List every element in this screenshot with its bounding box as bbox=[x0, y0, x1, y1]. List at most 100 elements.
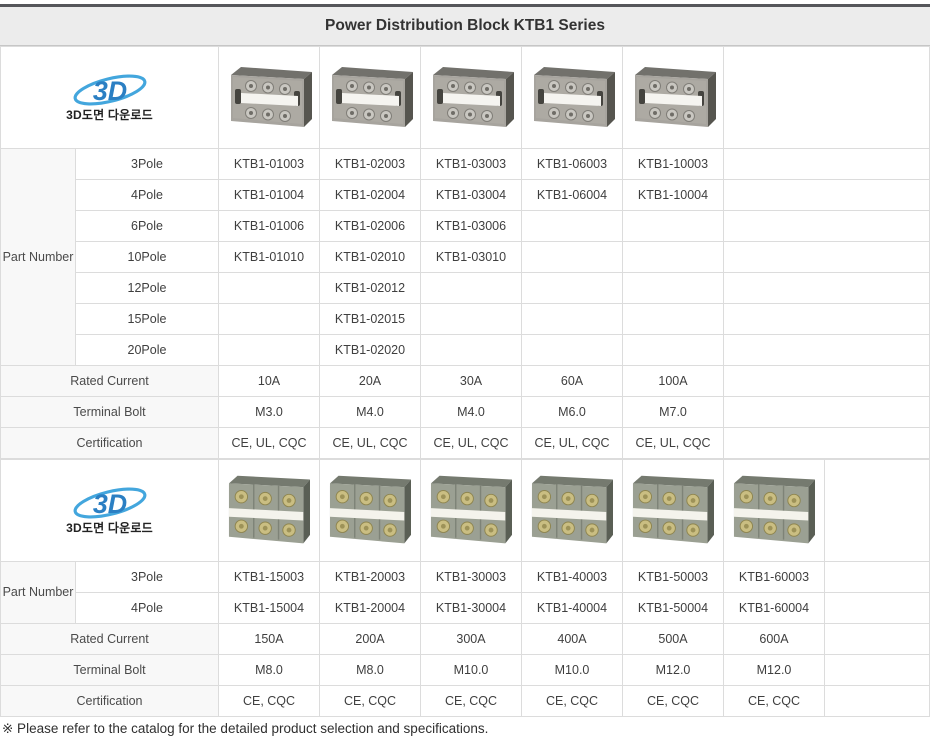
part-number-cell bbox=[622, 241, 724, 273]
empty-cell bbox=[723, 210, 930, 242]
part-number-cell: KTB1-03006 bbox=[420, 210, 522, 242]
certification-cell: CE, UL, CQC bbox=[218, 427, 320, 459]
certification-cell: CE, CQC bbox=[521, 685, 623, 717]
part-number-header: Part Number bbox=[0, 561, 76, 624]
page-title: Power Distribution Block KTB1 Series bbox=[0, 4, 930, 46]
product-image-cell bbox=[622, 459, 724, 562]
table-row: Terminal Bolt M8.0 M8.0 M10.0 M10.0 M12.… bbox=[0, 654, 930, 686]
product-image-cell bbox=[622, 46, 724, 149]
table-row: Rated Current 150A 200A 300A 400A 500A 6… bbox=[0, 623, 930, 655]
rated-current-cell: 10A bbox=[218, 365, 320, 397]
part-number-cell: KTB1-02004 bbox=[319, 179, 421, 211]
part-number-cell bbox=[622, 303, 724, 335]
product-image-cell bbox=[319, 46, 421, 149]
product-image-cell bbox=[420, 46, 522, 149]
product-image-cell bbox=[218, 459, 320, 562]
terminal-bolt-cell: M4.0 bbox=[319, 396, 421, 428]
empty-cell bbox=[723, 365, 930, 397]
rated-current-cell: 60A bbox=[521, 365, 623, 397]
part-number-cell: KTB1-20003 bbox=[319, 561, 421, 593]
empty-cell bbox=[824, 459, 930, 562]
part-number-cell bbox=[218, 303, 320, 335]
rated-current-cell: 20A bbox=[319, 365, 421, 397]
part-number-cell: KTB1-40003 bbox=[521, 561, 623, 593]
table-row: 4Pole KTB1-01004 KTB1-02004 KTB1-03004 K… bbox=[1, 179, 930, 211]
empty-cell bbox=[824, 592, 930, 624]
empty-cell bbox=[824, 623, 930, 655]
part-number-cell: KTB1-40004 bbox=[521, 592, 623, 624]
part-number-cell bbox=[420, 303, 522, 335]
rated-current-cell: 100A bbox=[622, 365, 724, 397]
certification-cell: CE, CQC bbox=[218, 685, 320, 717]
empty-cell bbox=[824, 561, 930, 593]
terminal-block-image bbox=[726, 470, 822, 552]
empty-cell bbox=[824, 654, 930, 686]
certification-cell: CE, CQC bbox=[723, 685, 825, 717]
empty-cell bbox=[723, 303, 930, 335]
table-row: 10Pole KTB1-01010 KTB1-02010 KTB1-03010 bbox=[1, 241, 930, 273]
part-number-cell: KTB1-20004 bbox=[319, 592, 421, 624]
terminal-bolt-cell: M7.0 bbox=[622, 396, 724, 428]
terminal-block-image bbox=[625, 470, 721, 552]
pole-label: 20Pole bbox=[75, 334, 219, 366]
part-number-cell: KTB1-10004 bbox=[622, 179, 724, 211]
terminal-block-image bbox=[524, 62, 620, 134]
part-number-cell: KTB1-01006 bbox=[218, 210, 320, 242]
pole-label: 4Pole bbox=[75, 592, 219, 624]
part-number-cell: KTB1-06004 bbox=[521, 179, 623, 211]
part-number-cell: KTB1-02003 bbox=[319, 148, 421, 180]
part-number-cell: KTB1-01010 bbox=[218, 241, 320, 273]
pole-label: 4Pole bbox=[75, 179, 219, 211]
terminal-bolt-cell: M10.0 bbox=[521, 654, 623, 686]
terminal-block-image bbox=[524, 470, 620, 552]
certification-cell: CE, UL, CQC bbox=[521, 427, 623, 459]
table-row: Part Number 3Pole KTB1-15003 KTB1-20003 … bbox=[0, 561, 930, 624]
logo-cell: 3D 3D도면 다운로드 bbox=[0, 46, 219, 149]
rated-current-cell: 500A bbox=[622, 623, 724, 655]
empty-cell bbox=[723, 241, 930, 273]
spec-table-1: 3D 3D도면 다운로드 Part Number 3Pole KTB1-0100… bbox=[0, 46, 930, 459]
product-image-cell bbox=[521, 46, 623, 149]
rated-current-cell: 600A bbox=[723, 623, 825, 655]
part-number-cell: KTB1-01003 bbox=[218, 148, 320, 180]
part-number-cell bbox=[622, 210, 724, 242]
part-number-header: Part Number bbox=[0, 148, 76, 366]
empty-cell bbox=[723, 427, 930, 459]
certification-cell: CE, CQC bbox=[319, 685, 421, 717]
terminal-bolt-cell: M3.0 bbox=[218, 396, 320, 428]
part-number-cell bbox=[521, 334, 623, 366]
terminal-block-image bbox=[625, 62, 721, 134]
svg-text:3D: 3D bbox=[92, 76, 126, 106]
rated-current-cell: 200A bbox=[319, 623, 421, 655]
product-image-cell bbox=[420, 459, 522, 562]
rated-current-cell: 30A bbox=[420, 365, 522, 397]
spec-row-label: Rated Current bbox=[0, 365, 219, 397]
part-number-cell bbox=[521, 241, 623, 273]
table-row: 4Pole KTB1-15004 KTB1-20004 KTB1-30004 K… bbox=[1, 592, 930, 624]
empty-cell bbox=[723, 396, 930, 428]
product-image-cell bbox=[218, 46, 320, 149]
table-row: Certification CE, UL, CQC CE, UL, CQC CE… bbox=[0, 427, 930, 459]
terminal-bolt-cell: M8.0 bbox=[319, 654, 421, 686]
product-image-cell bbox=[319, 459, 421, 562]
logo-caption: 3D도면 다운로드 bbox=[66, 521, 153, 535]
part-number-cell: KTB1-06003 bbox=[521, 148, 623, 180]
part-number-cell: KTB1-02015 bbox=[319, 303, 421, 335]
table-row: 3D 3D도면 다운로드 bbox=[0, 46, 930, 149]
certification-cell: CE, UL, CQC bbox=[319, 427, 421, 459]
part-number-cell bbox=[521, 210, 623, 242]
part-number-cell: KTB1-03003 bbox=[420, 148, 522, 180]
part-number-cell: KTB1-03004 bbox=[420, 179, 522, 211]
part-number-cell: KTB1-02006 bbox=[319, 210, 421, 242]
empty-cell bbox=[824, 685, 930, 717]
empty-cell bbox=[723, 179, 930, 211]
table-row: 12Pole KTB1-02012 bbox=[1, 272, 930, 304]
logo-3d-download[interactable]: 3D 3D도면 다운로드 bbox=[66, 72, 153, 123]
product-spec-sheet: Power Distribution Block KTB1 Series 3D … bbox=[0, 4, 930, 737]
logo-3d-download[interactable]: 3D 3D도면 다운로드 bbox=[66, 485, 153, 536]
part-number-cell: KTB1-10003 bbox=[622, 148, 724, 180]
table-row: 3D 3D도면 다운로드 bbox=[0, 459, 930, 562]
svg-text:3D: 3D bbox=[92, 489, 126, 519]
empty-cell bbox=[723, 46, 930, 149]
terminal-block-image bbox=[423, 62, 519, 134]
